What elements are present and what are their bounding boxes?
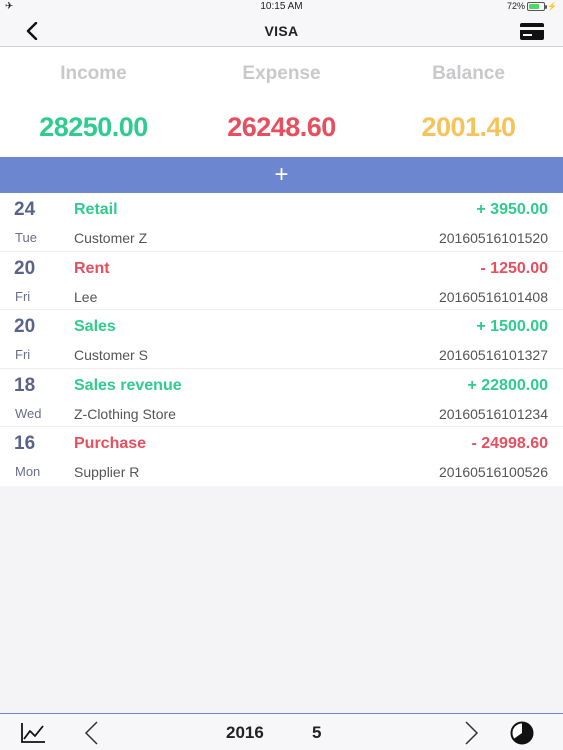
transaction-category: Sales (74, 318, 116, 336)
transaction-category: Sales revenue (74, 376, 182, 394)
line-chart-icon (21, 723, 45, 743)
transaction-day: 18 (14, 374, 36, 396)
transaction-amount: - 24998.60 (471, 435, 548, 453)
plus-icon: + (274, 161, 289, 188)
transaction-party: Customer S (74, 347, 148, 364)
battery-indicator: 72% ⚡ (507, 1, 557, 11)
transaction-day: 16 (14, 433, 36, 455)
transaction-id: 20160516101408 (438, 288, 548, 305)
battery-icon (527, 1, 548, 11)
transaction-list: 24 Tue Retail Customer Z + 3950.00 20160… (0, 193, 563, 486)
summary-panel: Income 28250.00 Expense 26248.60 Balance… (0, 47, 563, 157)
balance-value: 2001.40 (421, 112, 516, 142)
transaction-id: 20160516101327 (438, 347, 548, 364)
transaction-id: 20160516100526 (438, 464, 548, 481)
income-value: 28250.00 (39, 112, 148, 142)
transaction-day: 20 (14, 257, 36, 279)
month-selector[interactable]: 5 (312, 723, 321, 743)
nav-bar: VISA (0, 14, 563, 47)
transaction-day: 20 (14, 316, 36, 338)
transaction-weekday: Mon (15, 464, 41, 480)
transaction-row[interactable]: 20 Fri Sales Customer S + 1500.00 201605… (0, 310, 563, 369)
balance-label: Balance (432, 63, 505, 84)
transaction-category: Retail (74, 201, 118, 218)
transaction-row[interactable]: 24 Tue Retail Customer Z + 3950.00 20160… (0, 193, 563, 252)
battery-fill (529, 3, 540, 9)
transaction-amount: + 3950.00 (476, 201, 548, 218)
transaction-weekday: Fri (15, 347, 31, 363)
transaction-category: Purchase (74, 435, 147, 453)
transaction-id: 20160516101520 (438, 230, 548, 246)
transaction-row[interactable]: 16 Mon Purchase Supplier R - 24998.60 20… (0, 427, 563, 486)
transaction-id: 20160516101234 (438, 405, 548, 422)
status-bar: ✈ 10:15 AM 72% ⚡ (0, 0, 563, 14)
transaction-amount: - 1250.00 (480, 259, 548, 277)
card-button[interactable] (519, 21, 545, 41)
status-time: 10:15 AM (260, 1, 303, 12)
transaction-party: Supplier R (74, 464, 140, 481)
transaction-weekday: Wed (15, 405, 42, 421)
credit-card-icon (520, 22, 544, 40)
transaction-day: 24 (14, 199, 36, 220)
previous-month-button[interactable] (82, 720, 102, 746)
expense-label: Expense (242, 63, 321, 84)
transaction-party: Lee (74, 288, 98, 305)
transaction-party: Customer Z (74, 230, 148, 246)
transaction-row[interactable]: 18 Wed Sales revenue Z-Clothing Store + … (0, 369, 563, 428)
transaction-row[interactable]: 20 Fri Rent Lee - 1250.00 20160516101408 (0, 252, 563, 311)
chart-button[interactable] (20, 722, 46, 744)
transaction-amount: + 22800.00 (467, 376, 548, 394)
transaction-category: Rent (74, 259, 110, 277)
transaction-weekday: Fri (15, 288, 31, 304)
charging-icon: ⚡ (547, 1, 557, 11)
add-transaction-button[interactable]: + (0, 157, 563, 193)
transaction-weekday: Tue (15, 230, 37, 245)
chevron-right-icon (465, 721, 479, 745)
transaction-amount: + 1500.00 (476, 318, 548, 336)
bottom-toolbar: 2016 5 (0, 713, 563, 750)
expense-value: 26248.60 (227, 112, 336, 142)
income-label: Income (60, 63, 127, 84)
chevron-left-icon (84, 721, 98, 745)
pie-chart-button[interactable] (510, 721, 534, 745)
transaction-party: Z-Clothing Store (74, 405, 176, 422)
battery-percent: 72% (507, 1, 526, 11)
page-title: VISA (264, 23, 299, 39)
pie-chart-icon (510, 721, 534, 745)
next-month-button[interactable] (461, 720, 481, 746)
year-selector[interactable]: 2016 (226, 723, 264, 743)
